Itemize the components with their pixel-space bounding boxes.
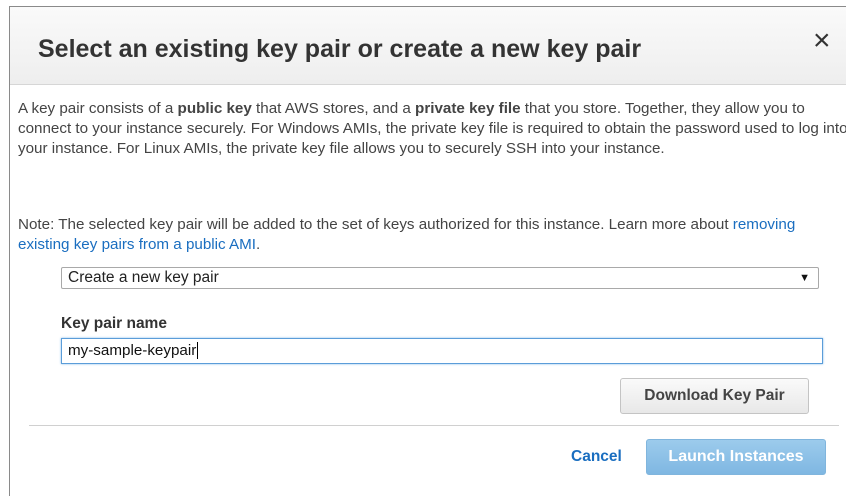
key-pair-option-selected: Create a new key pair: [68, 269, 219, 286]
dialog-header: Select an existing key pair or create a …: [10, 7, 846, 85]
intro-text-1: A key pair consists of a: [18, 100, 178, 117]
key-pair-option-select[interactable]: Create a new key pair ▼: [61, 267, 819, 289]
key-pair-name-value: my-sample-keypair: [68, 342, 197, 359]
intro-bold-private-key: private key file: [415, 100, 521, 117]
key-pair-name-label: Key pair name: [61, 315, 167, 332]
text-cursor: [197, 342, 199, 360]
footer-divider: [29, 425, 839, 426]
key-pair-description: A key pair consists of a public key that…: [18, 99, 846, 159]
download-key-pair-button[interactable]: Download Key Pair: [620, 378, 809, 414]
note-body: Note: The selected key pair will be adde…: [18, 216, 733, 233]
dialog-title: Select an existing key pair or create a …: [38, 35, 642, 63]
intro-text-2: that AWS stores, and a: [251, 100, 416, 117]
close-icon[interactable]: ×: [813, 24, 831, 58]
chevron-down-icon: ▼: [799, 272, 810, 284]
note-end: .: [256, 236, 261, 253]
intro-bold-public-key: public key: [177, 100, 252, 117]
note-text: Note: The selected key pair will be adde…: [18, 215, 846, 255]
cancel-button[interactable]: Cancel: [571, 448, 622, 466]
launch-instances-button[interactable]: Launch Instances: [646, 439, 826, 475]
key-pair-name-input[interactable]: my-sample-keypair: [61, 338, 823, 364]
